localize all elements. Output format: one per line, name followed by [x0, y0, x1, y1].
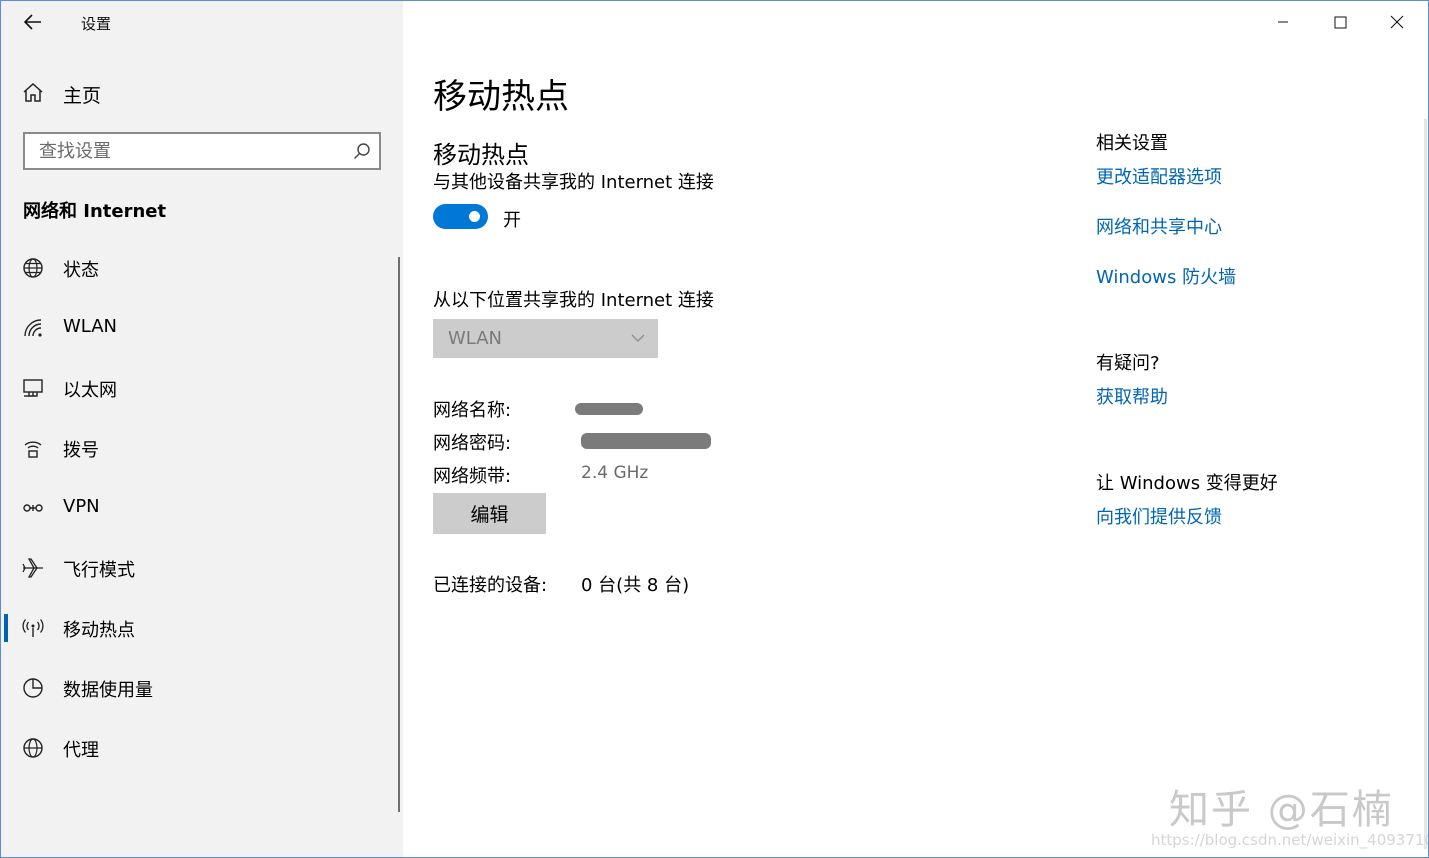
- search-icon[interactable]: [353, 142, 371, 160]
- windows-firewall-link[interactable]: Windows 防火墙: [1096, 263, 1236, 289]
- sidebar-item-hotspot[interactable]: 移动热点: [1, 598, 399, 658]
- watermark: 知乎 @石楠: [1169, 787, 1394, 833]
- dropdown-value: WLAN: [448, 328, 503, 349]
- sidebar: 设置 主页 网络和 Internet 状态: [1, 1, 403, 857]
- search-box: [23, 132, 381, 170]
- change-adapter-options-link[interactable]: 更改适配器选项: [1096, 163, 1222, 189]
- settings-window: 设置 主页 网络和 Internet 状态: [0, 0, 1429, 858]
- page-title: 移动热点: [433, 77, 569, 117]
- hotspot-toggle[interactable]: [433, 204, 488, 229]
- app-title: 设置: [81, 15, 112, 33]
- network-password-redacted: [581, 433, 711, 449]
- data-usage-icon: [23, 678, 43, 698]
- sidebar-item-ethernet[interactable]: 以太网: [1, 358, 399, 418]
- dialup-icon: [24, 441, 42, 458]
- sidebar-scrollbar[interactable]: [398, 257, 400, 812]
- share-description: 与其他设备共享我的 Internet 连接: [433, 172, 714, 193]
- title-bar: 设置: [1, 1, 403, 43]
- sidebar-item-vpn[interactable]: VPN: [1, 478, 399, 538]
- sidebar-item-home[interactable]: 主页: [1, 73, 403, 113]
- sidebar-item-label: 状态: [63, 260, 99, 281]
- sidebar-item-label: 移动热点: [63, 620, 135, 641]
- proxy-globe-icon: [23, 738, 43, 758]
- main-scrollbar[interactable]: [1424, 119, 1427, 849]
- sidebar-item-label: 飞行模式: [63, 560, 135, 581]
- question-heading: 有疑问?: [1096, 353, 1160, 374]
- ethernet-icon: [23, 379, 43, 397]
- toggle-state-label: 开: [503, 210, 521, 231]
- search-input[interactable]: [25, 134, 349, 168]
- close-button[interactable]: [1369, 1, 1425, 43]
- nav-list: 状态 WLAN 以太网 拨号 VPN 飞行模式 移动热点 数据使用量 代理: [1, 238, 399, 778]
- maximize-icon: [1334, 16, 1346, 28]
- network-band-label: 网络频带:: [433, 466, 512, 487]
- sidebar-item-proxy[interactable]: 代理: [1, 718, 399, 778]
- sidebar-item-airplane[interactable]: 飞行模式: [1, 538, 399, 598]
- sidebar-item-dialup[interactable]: 拨号: [1, 418, 399, 478]
- close-icon: [1390, 15, 1404, 29]
- sidebar-item-label: WLAN: [63, 316, 118, 337]
- feedback-link[interactable]: 向我们提供反馈: [1096, 503, 1222, 529]
- network-name-redacted: [575, 403, 643, 415]
- minimize-button[interactable]: [1255, 1, 1311, 43]
- home-icon: [23, 82, 43, 102]
- hotspot-icon: [22, 619, 44, 637]
- chevron-down-icon: [631, 334, 645, 342]
- minimize-icon: [1278, 21, 1288, 23]
- sidebar-item-data-usage[interactable]: 数据使用量: [1, 658, 399, 718]
- url-watermark: https://blog.csdn.net/weixin_40937100: [1151, 831, 1429, 849]
- improve-windows-heading: 让 Windows 变得更好: [1096, 473, 1278, 494]
- wifi-icon: [24, 319, 42, 337]
- active-indicator: [4, 614, 8, 642]
- edit-button[interactable]: 编辑: [433, 493, 546, 534]
- sidebar-item-status[interactable]: 状态: [1, 238, 399, 298]
- globe-status-icon: [23, 258, 43, 278]
- sidebar-item-label: 代理: [63, 740, 99, 761]
- back-button[interactable]: [15, 7, 51, 37]
- toggle-knob: [469, 211, 480, 222]
- sidebar-item-label: VPN: [63, 496, 100, 517]
- network-band-value: 2.4 GHz: [581, 463, 649, 483]
- share-from-label: 从以下位置共享我的 Internet 连接: [433, 290, 714, 311]
- vpn-icon: [23, 504, 43, 512]
- section-title: 网络和 Internet: [23, 201, 167, 222]
- sidebar-item-label: 以太网: [63, 380, 117, 401]
- airplane-icon: [22, 558, 43, 578]
- network-sharing-center-link[interactable]: 网络和共享中心: [1096, 213, 1222, 239]
- maximize-button[interactable]: [1312, 1, 1368, 43]
- network-password-label: 网络密码:: [433, 433, 512, 454]
- get-help-link[interactable]: 获取帮助: [1096, 383, 1168, 409]
- sidebar-item-label: 数据使用量: [63, 680, 153, 701]
- connected-devices-label: 已连接的设备:: [433, 575, 548, 596]
- connected-devices-value: 0 台(共 8 台): [581, 575, 690, 596]
- back-arrow-icon: [24, 14, 41, 30]
- sidebar-item-wlan[interactable]: WLAN: [1, 298, 399, 358]
- share-from-dropdown[interactable]: WLAN: [433, 319, 658, 358]
- network-name-label: 网络名称:: [433, 400, 512, 421]
- sidebar-item-label: 拨号: [63, 440, 99, 461]
- related-settings-heading: 相关设置: [1096, 133, 1168, 154]
- sidebar-item-label: 主页: [63, 85, 102, 107]
- hotspot-heading: 移动热点: [433, 141, 529, 169]
